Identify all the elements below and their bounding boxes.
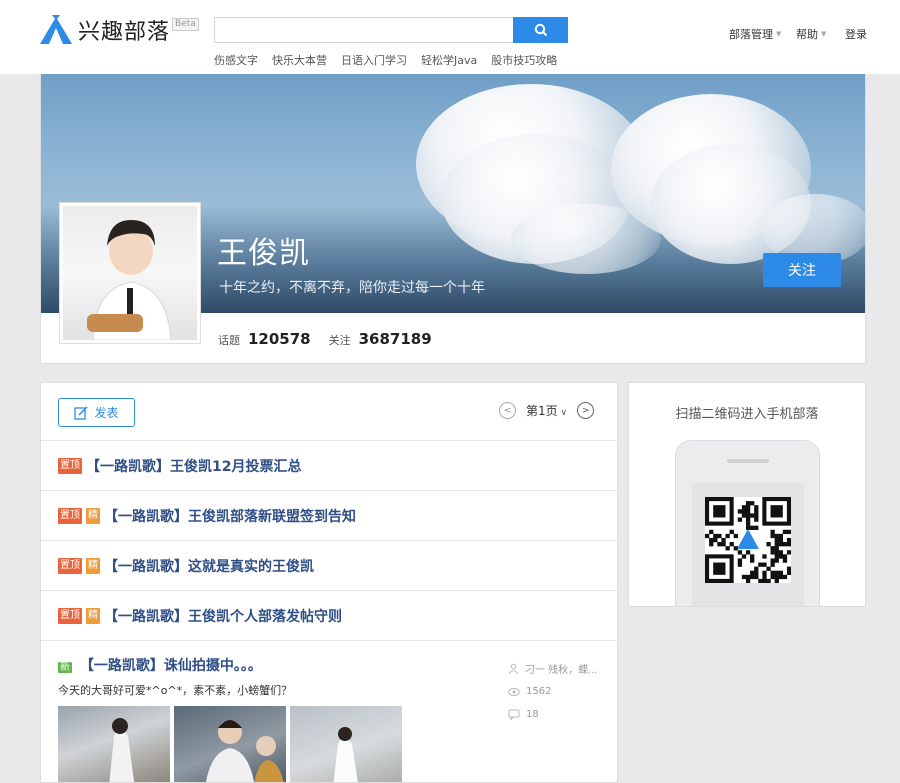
hot-link-3[interactable]: 日语入门学习 [341, 52, 407, 68]
post-thumbnail[interactable] [290, 706, 402, 782]
hot-link-1[interactable]: 伤感文字 [214, 52, 258, 68]
chevron-down-icon: ∨ [557, 408, 568, 418]
hot-link-2[interactable]: 快乐大本营 [272, 52, 327, 68]
feature-post-title[interactable]: 【一路凯歌】诛仙拍摄中。。。 [80, 658, 262, 674]
pager: < 第1页 ∨ > [499, 402, 595, 419]
topics-count: 120578 [248, 330, 311, 348]
feature-post-meta: 刁一 残秋，蝶... 1562 18 [508, 657, 598, 726]
post-thumbnail[interactable] [58, 706, 170, 782]
post-button[interactable]: 发表 [58, 398, 135, 427]
pinned-badge: 置顶 [58, 507, 82, 524]
post-title[interactable]: 【一路凯歌】这就是真实的王俊凯 [104, 556, 314, 576]
post-button-label: 发表 [94, 406, 119, 420]
edit-icon [74, 405, 89, 420]
logo-text: 兴趣部落 [78, 20, 171, 45]
page-select[interactable]: 第1页 ∨ [526, 402, 567, 419]
nav-help-label: 帮助 [796, 28, 818, 41]
tribe-motto: 十年之约，不离不弃，陪你走过每一个十年 [219, 280, 485, 296]
avatar [59, 202, 201, 344]
search-input[interactable] [214, 17, 514, 43]
nav-help[interactable]: 帮助 ▼ [796, 26, 826, 42]
chevron-down-icon: ▼ [821, 30, 827, 38]
topics-label: 话题 [218, 334, 240, 347]
nav-login[interactable]: 登录 [845, 26, 867, 42]
tribe-name: 王俊凯 [217, 236, 310, 271]
post-title[interactable]: 【一路凯歌】王俊凯部落新联盟签到告知 [104, 506, 356, 526]
comment-count: 18 [526, 709, 539, 720]
post-thumbnail[interactable] [174, 706, 286, 782]
pinned-badge: 置顶 [58, 607, 82, 624]
featured-badge: 精 [86, 557, 100, 574]
new-badge: 新 [58, 662, 72, 673]
nav-login-label: 登录 [845, 28, 867, 41]
tribe-stats: 话题 120578 关注 3687189 [218, 330, 450, 348]
view-count: 1562 [526, 686, 552, 697]
next-page-icon[interactable]: > [577, 402, 595, 419]
logo[interactable]: 兴趣部落 [38, 14, 170, 46]
search-button[interactable] [513, 17, 568, 43]
nav-tribe-manage-label: 部落管理 [729, 28, 773, 41]
followers-count: 3687189 [358, 330, 432, 348]
tribe-banner: 王俊凯 十年之约，不离不弃，陪你走过每一个十年 关注 话题 120578 关注 … [40, 74, 866, 364]
eye-icon [508, 687, 520, 696]
phone-illustration [675, 440, 820, 606]
post-toolbar: 发表 < 第1页 ∨ > [41, 383, 617, 441]
post-row[interactable]: 置顶 【一路凯歌】王俊凯12月投票汇总 [41, 441, 617, 491]
post-title[interactable]: 【一路凯歌】王俊凯个人部落发帖守则 [104, 606, 342, 626]
comment-icon [508, 709, 520, 720]
chevron-down-icon: ▼ [776, 30, 782, 38]
nav-tribe-manage[interactable]: 部落管理 ▼ [729, 26, 781, 42]
pinned-badge: 置顶 [58, 457, 82, 474]
followers-label: 关注 [328, 334, 351, 347]
tent-logo-icon [38, 15, 74, 45]
qr-title: 扫描二维码进入手机部落 [675, 407, 819, 422]
follow-button[interactable]: 关注 [763, 253, 841, 287]
user-icon [508, 663, 519, 674]
featured-badge: 精 [86, 607, 100, 624]
hot-link-5[interactable]: 股市技巧攻略 [491, 52, 557, 68]
hot-search-links: 伤感文字 快乐大本营 日语入门学习 轻松学Java 股市技巧攻略 [214, 52, 557, 68]
prev-page-icon[interactable]: < [499, 402, 516, 419]
beta-badge: Beta [172, 18, 199, 31]
post-title[interactable]: 【一路凯歌】王俊凯12月投票汇总 [86, 456, 301, 476]
qr-code [705, 497, 792, 584]
hot-link-4[interactable]: 轻松学Java [421, 52, 477, 68]
top-bar: 兴趣部落 Beta 伤感文字 快乐大本营 日语入门学习 轻松学Java 股市技巧… [0, 0, 900, 74]
post-list-panel: 发表 < 第1页 ∨ > 置顶 【一路凯歌】王俊凯12月投票汇总 置顶 精 【一… [40, 382, 618, 783]
qr-panel: 扫描二维码进入手机部落 [628, 382, 866, 607]
post-row[interactable]: 置顶 精 【一路凯歌】王俊凯部落新联盟签到告知 [41, 491, 617, 541]
post-row[interactable]: 置顶 精 【一路凯歌】这就是真实的王俊凯 [41, 541, 617, 591]
pinned-badge: 置顶 [58, 557, 82, 574]
post-row[interactable]: 置顶 精 【一路凯歌】王俊凯个人部落发帖守则 [41, 591, 617, 641]
post-author[interactable]: 刁一 残秋，蝶... [525, 661, 598, 676]
search-icon [534, 23, 547, 37]
feature-post[interactable]: 新 【一路凯歌】诛仙拍摄中。。。 今天的大哥好可爱*^o^*，素不素，小螃蟹们？… [41, 641, 617, 782]
featured-badge: 精 [86, 507, 100, 524]
